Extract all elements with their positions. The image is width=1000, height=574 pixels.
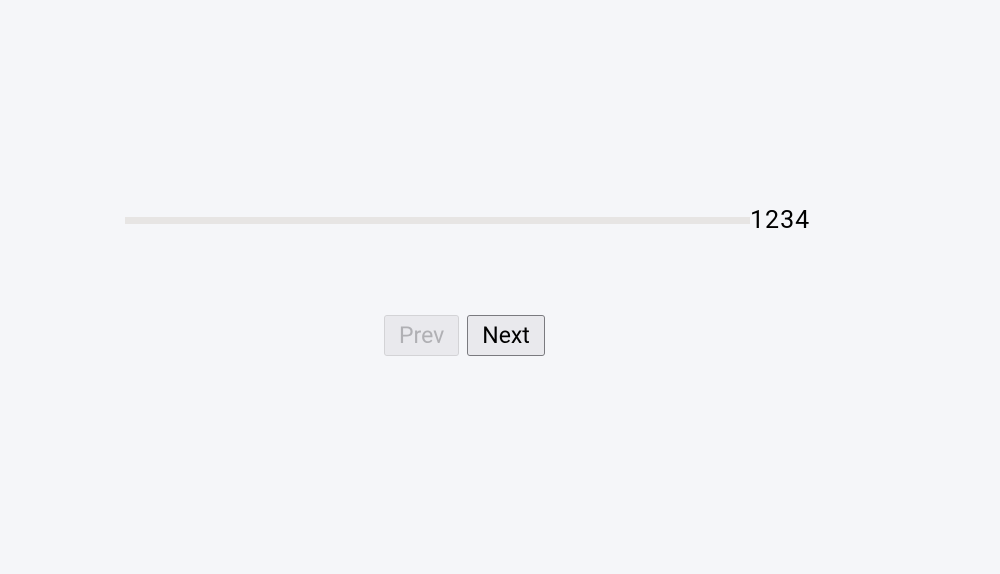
next-button[interactable]: Next bbox=[467, 315, 545, 356]
prev-button: Prev bbox=[384, 315, 459, 356]
step-numbers: 1234 bbox=[750, 206, 810, 235]
progress-bar bbox=[125, 217, 750, 224]
steps-container: 1234 bbox=[125, 206, 875, 235]
button-container: Prev Next bbox=[384, 315, 545, 356]
